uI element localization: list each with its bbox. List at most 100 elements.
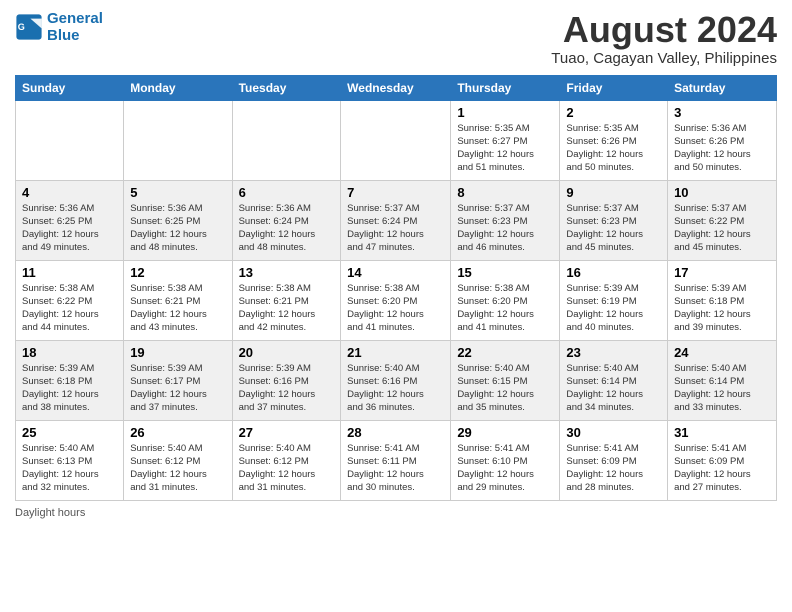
logo: G General Blue <box>15 10 103 44</box>
calendar-cell: 4Sunrise: 5:36 AM Sunset: 6:25 PM Daylig… <box>16 180 124 260</box>
day-number: 19 <box>130 345 225 360</box>
calendar-cell: 2 Sunrise: 5:35 AM Sunset: 6:26 PM Daylig… <box>560 100 668 180</box>
cell-content: Sunrise: 5:41 AM Sunset: 6:10 PM Dayligh… <box>457 442 553 495</box>
calendar-cell: 3Sunrise: 5:36 AM Sunset: 6:26 PM Daylig… <box>668 100 777 180</box>
cell-content: Sunrise: 5:41 AM Sunset: 6:11 PM Dayligh… <box>347 442 444 495</box>
calendar-cell: 11 Sunrise: 5:38 AM Sunset: 6:22 PM Dayli… <box>16 260 124 340</box>
calendar-cell: 20Sunrise: 5:39 AM Sunset: 6:16 PM Dayli… <box>232 340 341 420</box>
cell-content: Sunrise: 5:37 AM Sunset: 6:24 PM Dayligh… <box>347 202 444 255</box>
calendar-week-row: 11 Sunrise: 5:38 AM Sunset: 6:22 PM Dayli… <box>16 260 777 340</box>
calendar-cell: 6 Sunrise: 5:36 AM Sunset: 6:24 PM Daylig… <box>232 180 341 260</box>
calendar-table: SundayMondayTuesdayWednesdayThursdayFrid… <box>15 75 777 501</box>
calendar-cell: 25Sunrise: 5:40 AM Sunset: 6:13 PM Dayli… <box>16 420 124 500</box>
calendar-cell: 17 Sunrise: 5:39 AM Sunset: 6:18 PM Dayli… <box>668 260 777 340</box>
day-number: 13 <box>239 265 335 280</box>
day-header-wednesday: Wednesday <box>341 75 451 100</box>
day-number: 26 <box>130 425 225 440</box>
calendar-cell: 31 Sunrise: 5:41 AM Sunset: 6:09 PM Dayli… <box>668 420 777 500</box>
calendar-cell: 24 Sunrise: 5:40 AM Sunset: 6:14 PM Dayli… <box>668 340 777 420</box>
cell-content: Sunrise: 5:35 AM Sunset: 6:27 PM Dayligh… <box>457 122 553 175</box>
day-number: 29 <box>457 425 553 440</box>
calendar-cell: 21 Sunrise: 5:40 AM Sunset: 6:16 PM Dayli… <box>341 340 451 420</box>
calendar-cell: 30 Sunrise: 5:41 AM Sunset: 6:09 PM Dayli… <box>560 420 668 500</box>
day-number: 22 <box>457 345 553 360</box>
calendar-cell: 8 Sunrise: 5:37 AM Sunset: 6:23 PM Daylig… <box>451 180 560 260</box>
cell-content: Sunrise: 5:39 AM Sunset: 6:18 PM Dayligh… <box>22 362 117 415</box>
day-number: 28 <box>347 425 444 440</box>
day-number: 1 <box>457 105 553 120</box>
day-header-monday: Monday <box>124 75 232 100</box>
cell-content: Sunrise: 5:35 AM Sunset: 6:26 PM Dayligh… <box>566 122 661 175</box>
cell-content: Sunrise: 5:40 AM Sunset: 6:13 PM Dayligh… <box>22 442 117 495</box>
day-number: 24 <box>674 345 770 360</box>
cell-content: Sunrise: 5:38 AM Sunset: 6:21 PM Dayligh… <box>239 282 335 335</box>
calendar-cell: 5 Sunrise: 5:36 AM Sunset: 6:25 PM Daylig… <box>124 180 232 260</box>
day-number: 18 <box>22 345 117 360</box>
cell-content: Sunrise: 5:38 AM Sunset: 6:20 PM Dayligh… <box>347 282 444 335</box>
calendar-cell: 19 Sunrise: 5:39 AM Sunset: 6:17 PM Dayli… <box>124 340 232 420</box>
cell-content: Sunrise: 5:40 AM Sunset: 6:12 PM Dayligh… <box>239 442 335 495</box>
day-number: 12 <box>130 265 225 280</box>
day-number: 14 <box>347 265 444 280</box>
day-header-tuesday: Tuesday <box>232 75 341 100</box>
day-number: 9 <box>566 185 661 200</box>
day-header-friday: Friday <box>560 75 668 100</box>
day-number: 30 <box>566 425 661 440</box>
cell-content: Sunrise: 5:37 AM Sunset: 6:23 PM Dayligh… <box>566 202 661 255</box>
cell-content: Sunrise: 5:40 AM Sunset: 6:12 PM Dayligh… <box>130 442 225 495</box>
calendar-cell: 28 Sunrise: 5:41 AM Sunset: 6:11 PM Dayli… <box>341 420 451 500</box>
day-number: 5 <box>130 185 225 200</box>
day-number: 6 <box>239 185 335 200</box>
cell-content: Sunrise: 5:38 AM Sunset: 6:21 PM Dayligh… <box>130 282 225 335</box>
cell-content: Sunrise: 5:36 AM Sunset: 6:25 PM Dayligh… <box>130 202 225 255</box>
day-number: 21 <box>347 345 444 360</box>
calendar-header-row: SundayMondayTuesdayWednesdayThursdayFrid… <box>16 75 777 100</box>
cell-content: Sunrise: 5:36 AM Sunset: 6:26 PM Dayligh… <box>674 122 770 175</box>
svg-text:G: G <box>18 22 25 32</box>
cell-content: Sunrise: 5:37 AM Sunset: 6:22 PM Dayligh… <box>674 202 770 255</box>
cell-content: Sunrise: 5:41 AM Sunset: 6:09 PM Dayligh… <box>566 442 661 495</box>
day-number: 2 <box>566 105 661 120</box>
calendar-cell <box>341 100 451 180</box>
cell-content: Sunrise: 5:39 AM Sunset: 6:19 PM Dayligh… <box>566 282 661 335</box>
day-number: 8 <box>457 185 553 200</box>
calendar-cell: 16Sunrise: 5:39 AM Sunset: 6:19 PM Dayli… <box>560 260 668 340</box>
header: G General Blue August 2024 Tuao, Cagayan… <box>15 10 777 67</box>
cell-content: Sunrise: 5:41 AM Sunset: 6:09 PM Dayligh… <box>674 442 770 495</box>
calendar-week-row: 18 Sunrise: 5:39 AM Sunset: 6:18 PM Dayli… <box>16 340 777 420</box>
cell-content: Sunrise: 5:38 AM Sunset: 6:20 PM Dayligh… <box>457 282 553 335</box>
calendar-cell <box>16 100 124 180</box>
day-number: 31 <box>674 425 770 440</box>
cell-content: Sunrise: 5:40 AM Sunset: 6:14 PM Dayligh… <box>674 362 770 415</box>
cell-content: Sunrise: 5:38 AM Sunset: 6:22 PM Dayligh… <box>22 282 117 335</box>
subtitle: Tuao, Cagayan Valley, Philippines <box>551 50 777 67</box>
calendar-week-row: 1 Sunrise: 5:35 AM Sunset: 6:27 PM Daylig… <box>16 100 777 180</box>
calendar-cell: 1 Sunrise: 5:35 AM Sunset: 6:27 PM Daylig… <box>451 100 560 180</box>
logo-icon: G <box>15 13 43 41</box>
calendar-cell: 15 Sunrise: 5:38 AM Sunset: 6:20 PM Dayli… <box>451 260 560 340</box>
calendar-cell: 18 Sunrise: 5:39 AM Sunset: 6:18 PM Dayli… <box>16 340 124 420</box>
day-header-saturday: Saturday <box>668 75 777 100</box>
title-section: August 2024 Tuao, Cagayan Valley, Philip… <box>551 10 777 67</box>
cell-content: Sunrise: 5:40 AM Sunset: 6:15 PM Dayligh… <box>457 362 553 415</box>
day-number: 23 <box>566 345 661 360</box>
logo-text: General Blue <box>47 10 103 44</box>
calendar-cell: 26 Sunrise: 5:40 AM Sunset: 6:12 PM Dayli… <box>124 420 232 500</box>
day-header-thursday: Thursday <box>451 75 560 100</box>
calendar-cell: 13 Sunrise: 5:38 AM Sunset: 6:21 PM Dayli… <box>232 260 341 340</box>
calendar-cell: 29 Sunrise: 5:41 AM Sunset: 6:10 PM Dayli… <box>451 420 560 500</box>
main-title: August 2024 <box>551 10 777 50</box>
footer-note: Daylight hours <box>15 507 777 519</box>
day-number: 17 <box>674 265 770 280</box>
cell-content: Sunrise: 5:37 AM Sunset: 6:23 PM Dayligh… <box>457 202 553 255</box>
day-number: 20 <box>239 345 335 360</box>
calendar-cell <box>124 100 232 180</box>
cell-content: Sunrise: 5:39 AM Sunset: 6:18 PM Dayligh… <box>674 282 770 335</box>
cell-content: Sunrise: 5:36 AM Sunset: 6:24 PM Dayligh… <box>239 202 335 255</box>
day-number: 11 <box>22 265 117 280</box>
day-number: 15 <box>457 265 553 280</box>
calendar-cell: 10Sunrise: 5:37 AM Sunset: 6:22 PM Dayli… <box>668 180 777 260</box>
cell-content: Sunrise: 5:36 AM Sunset: 6:25 PM Dayligh… <box>22 202 117 255</box>
cell-content: Sunrise: 5:39 AM Sunset: 6:17 PM Dayligh… <box>130 362 225 415</box>
cell-content: Sunrise: 5:40 AM Sunset: 6:16 PM Dayligh… <box>347 362 444 415</box>
